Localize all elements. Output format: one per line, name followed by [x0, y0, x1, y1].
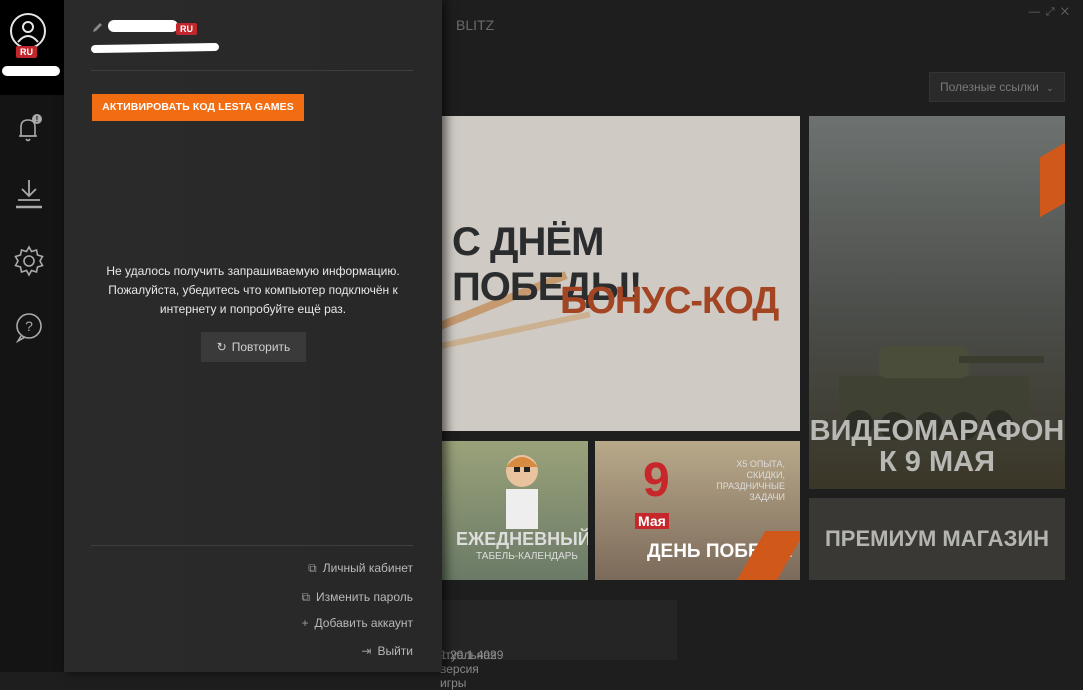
external-link-icon: ⧉	[301, 590, 311, 604]
tile-subtitle: ТАБЕЛЬ-КАЛЕНДАРЬ	[476, 551, 578, 562]
activate-code-button[interactable]: АКТИВИРОВАТЬ КОД LESTA GAMES	[92, 94, 304, 121]
minimize-icon[interactable]: —	[1029, 6, 1046, 18]
victory-day-tile[interactable]: 9 Мая X5 ОПЫТА, СКИДКИ, ПРАЗДНИЧНЫЕ ЗАДА…	[595, 441, 800, 580]
account-link-label: Личный кабинет	[322, 561, 413, 575]
video-marathon-tile[interactable]: ВИДЕОМАРАФОН К 9 МАЯ	[809, 116, 1065, 489]
add-account-link[interactable]: + Добавить аккаунт	[302, 616, 413, 630]
bell-icon[interactable]: !	[12, 112, 46, 146]
victory-bonus-tile[interactable]: С ДНЁМ ПОБЕДЫ! БОНУС-КОД	[442, 116, 800, 431]
change-password-label: Изменить пароль	[316, 590, 413, 604]
error-line: Пожалуйста, убедитесь что компьютер подк…	[108, 283, 398, 297]
edit-name-icon[interactable]	[91, 22, 103, 34]
divider	[91, 70, 413, 71]
error-line: интернету и попробуйте ещё раз.	[159, 302, 347, 316]
refresh-icon: ↻	[216, 340, 227, 354]
tile-subtitle: БОНУС-КОД	[560, 280, 779, 322]
gear-icon[interactable]	[12, 244, 46, 278]
profile-area[interactable]: RU	[0, 0, 64, 95]
logout-label: Выйти	[377, 644, 413, 658]
region-badge: RU	[16, 46, 37, 58]
character-image	[506, 455, 538, 529]
logout-link[interactable]: ⇥ Выйти	[361, 644, 413, 658]
error-message: Не удалось получить запрашиваемую информ…	[84, 262, 422, 319]
add-account-label: Добавить аккаунт	[314, 616, 413, 630]
tile-note: X5 ОПЫТА, СКИДКИ, ПРАЗДНИЧНЫЕ ЗАДАЧИ	[716, 459, 785, 502]
change-password-link[interactable]: ⧉ Изменить пароль	[301, 590, 413, 605]
divider	[91, 545, 413, 546]
premium-shop-tile[interactable]: ПРЕМИУМ МАГАЗИН	[809, 498, 1065, 580]
account-panel: RU АКТИВИРОВАТЬ КОД LESTA GAMES Не удало…	[64, 0, 442, 672]
retry-label: Повторить	[231, 340, 291, 354]
region-badge: RU	[176, 23, 197, 35]
svg-text:!: !	[36, 115, 39, 124]
useful-links-label: Полезные ссылки	[940, 80, 1039, 94]
download-icon[interactable]	[12, 176, 46, 210]
app-title: BLITZ	[456, 17, 495, 33]
help-icon[interactable]: ?	[12, 310, 46, 344]
window-controls[interactable]: —⤢✕	[1029, 6, 1075, 19]
close-icon[interactable]: ✕	[1061, 6, 1075, 18]
logout-icon: ⇥	[361, 644, 372, 658]
daily-calendar-tile[interactable]: ЕЖЕДНЕВНЫЙ ТАБЕЛЬ-КАЛЕНДАРЬ	[442, 441, 588, 580]
version-number: 1.20.1.4029	[440, 648, 504, 662]
error-line: Не удалось получить запрашиваемую информ…	[106, 264, 400, 278]
tile-title: ПРЕМИУМ МАГАЗИН	[824, 526, 1050, 551]
external-link-icon: ⧉	[308, 561, 317, 575]
tile-subtitle: К 9 МАЯ	[879, 446, 995, 478]
version-bar: ктуальная версия игры 1.20.1.4029	[420, 600, 677, 690]
date-number: 9	[643, 454, 670, 507]
icon-rail: RU ! ?	[0, 0, 64, 672]
account-link[interactable]: ⧉ Личный кабинет	[308, 561, 413, 576]
redacted-name	[2, 66, 60, 76]
redacted-username-line	[90, 42, 220, 54]
user-icon[interactable]	[10, 13, 46, 49]
svg-text:?: ?	[25, 318, 33, 334]
tile-title: ЕЖЕДНЕВНЫЙ	[456, 529, 588, 549]
tile-title: ВИДЕОМАРАФОН	[809, 415, 1065, 447]
useful-links-dropdown[interactable]: Полезные ссылки ⌄	[929, 72, 1065, 102]
maximize-icon[interactable]: ⤢	[1046, 6, 1061, 18]
chevron-down-icon: ⌄	[1046, 83, 1054, 93]
plus-icon: +	[301, 616, 309, 630]
redacted-username	[108, 20, 178, 32]
retry-button[interactable]: ↻ Повторить	[201, 332, 306, 362]
date-month: Мая	[635, 513, 669, 529]
